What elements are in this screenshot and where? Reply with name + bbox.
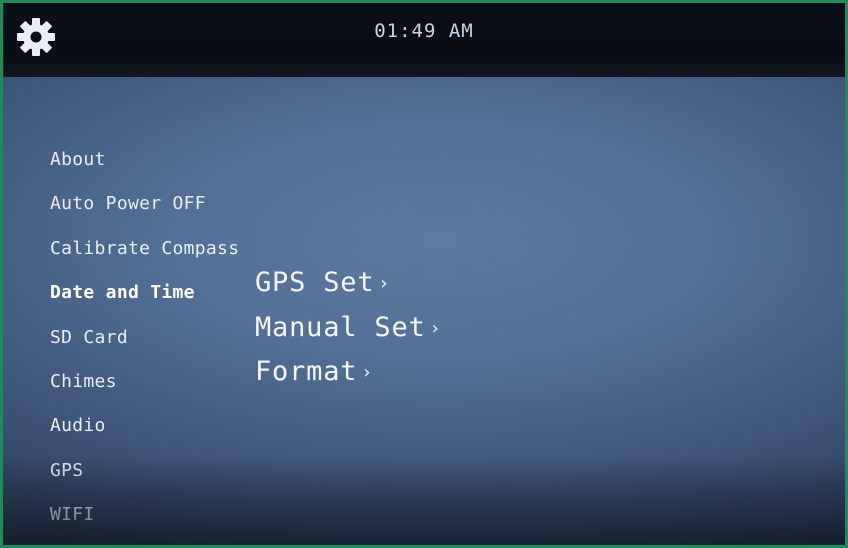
clock-time: 01:49 AM [374, 20, 474, 42]
chevron-right-icon: › [361, 362, 373, 383]
settings-screen: About Auto Power OFF Calibrate Compass D… [3, 77, 845, 545]
device-screen-frame: 01:49 AM About Auto Power OFF Calibrate … [0, 0, 848, 548]
menu-item-audio[interactable]: Audio [50, 415, 239, 459]
submenu-item-label: Manual Set [255, 311, 426, 343]
chevron-right-icon: › [378, 273, 391, 294]
submenu-item-label: GPS Set [255, 267, 375, 298]
menu-item-wifi[interactable]: WIFI [50, 504, 239, 545]
date-time-submenu: GPS Set › Manual Set › Format › [255, 267, 441, 401]
menu-item-chimes[interactable]: Chimes [50, 371, 239, 415]
menu-item-gps[interactable]: GPS [50, 460, 239, 504]
menu-item-about[interactable]: About [50, 149, 239, 193]
menu-item-sd-card[interactable]: SD Card [50, 327, 239, 371]
submenu-item-manual-set[interactable]: Manual Set › [255, 312, 441, 357]
menu-item-auto-power-off[interactable]: Auto Power OFF [50, 193, 239, 237]
submenu-item-format[interactable]: Format › [255, 356, 441, 401]
chevron-right-icon: › [429, 317, 442, 339]
menu-item-calibrate-compass[interactable]: Calibrate Compass [50, 238, 239, 282]
status-bar: 01:49 AM [3, 3, 845, 77]
submenu-item-gps-set[interactable]: GPS Set › [255, 267, 441, 312]
settings-menu: About Auto Power OFF Calibrate Compass D… [50, 149, 239, 545]
menu-item-date-and-time[interactable]: Date and Time [50, 282, 239, 326]
submenu-item-label: Format [255, 356, 358, 387]
